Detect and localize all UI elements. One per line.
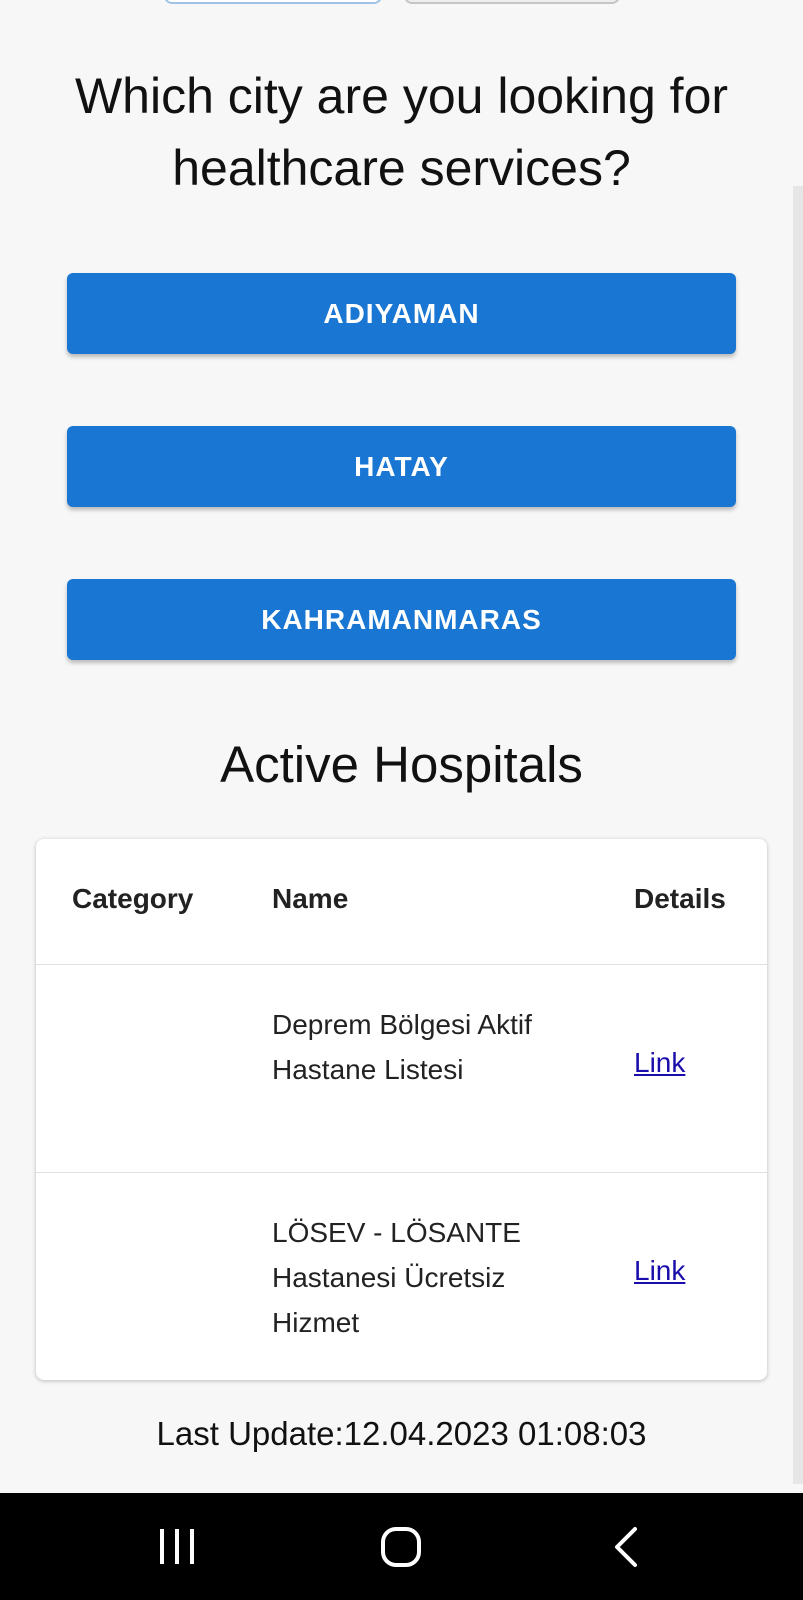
active-hospitals-title: Active Hospitals	[220, 736, 583, 793]
table-row: LÖSEV - LÖSANTE Hastanesi Ücretsiz Hizme…	[36, 1173, 767, 1380]
last-update-text: Last Update:12.04.2023 01:08:03	[156, 1415, 647, 1452]
city-button-adiyaman[interactable]: ADIYAMAN	[67, 273, 736, 354]
top-tab-left[interactable]	[164, 0, 382, 4]
system-navigation-bar	[0, 1493, 803, 1600]
details-link[interactable]: Link	[634, 1047, 685, 1079]
recent-apps-button[interactable]	[117, 1493, 237, 1600]
cell-name: Deprem Bölgesi Aktif Hastane Listesi	[272, 1009, 532, 1085]
city-button-kahramanmaras[interactable]: KAHRAMANMARAS	[67, 579, 736, 660]
city-button-hatay[interactable]: HATAY	[67, 426, 736, 507]
recent-apps-icon	[160, 1528, 194, 1564]
table-header-row: Category Name Details	[36, 839, 767, 965]
home-button[interactable]	[341, 1493, 461, 1600]
details-link[interactable]: Link	[634, 1255, 685, 1287]
hospitals-table: Category Name Details Deprem Bölgesi Akt…	[36, 839, 767, 1380]
city-question-heading: Which city are you looking for healthcar…	[74, 68, 729, 196]
top-tab-right[interactable]	[404, 0, 620, 4]
cell-name: LÖSEV - LÖSANTE Hastanesi Ücretsiz Hizme…	[272, 1217, 521, 1338]
back-button[interactable]	[566, 1493, 686, 1600]
scrollbar-track[interactable]	[793, 186, 803, 1484]
back-icon	[615, 1526, 637, 1567]
table-row: Deprem Bölgesi Aktif Hastane Listesi Lin…	[36, 965, 767, 1173]
column-header-name: Name	[272, 883, 349, 914]
column-header-details: Details	[634, 883, 726, 914]
column-header-category: Category	[72, 883, 194, 914]
home-icon	[381, 1526, 421, 1567]
page: Which city are you looking for healthcar…	[0, 0, 803, 1600]
